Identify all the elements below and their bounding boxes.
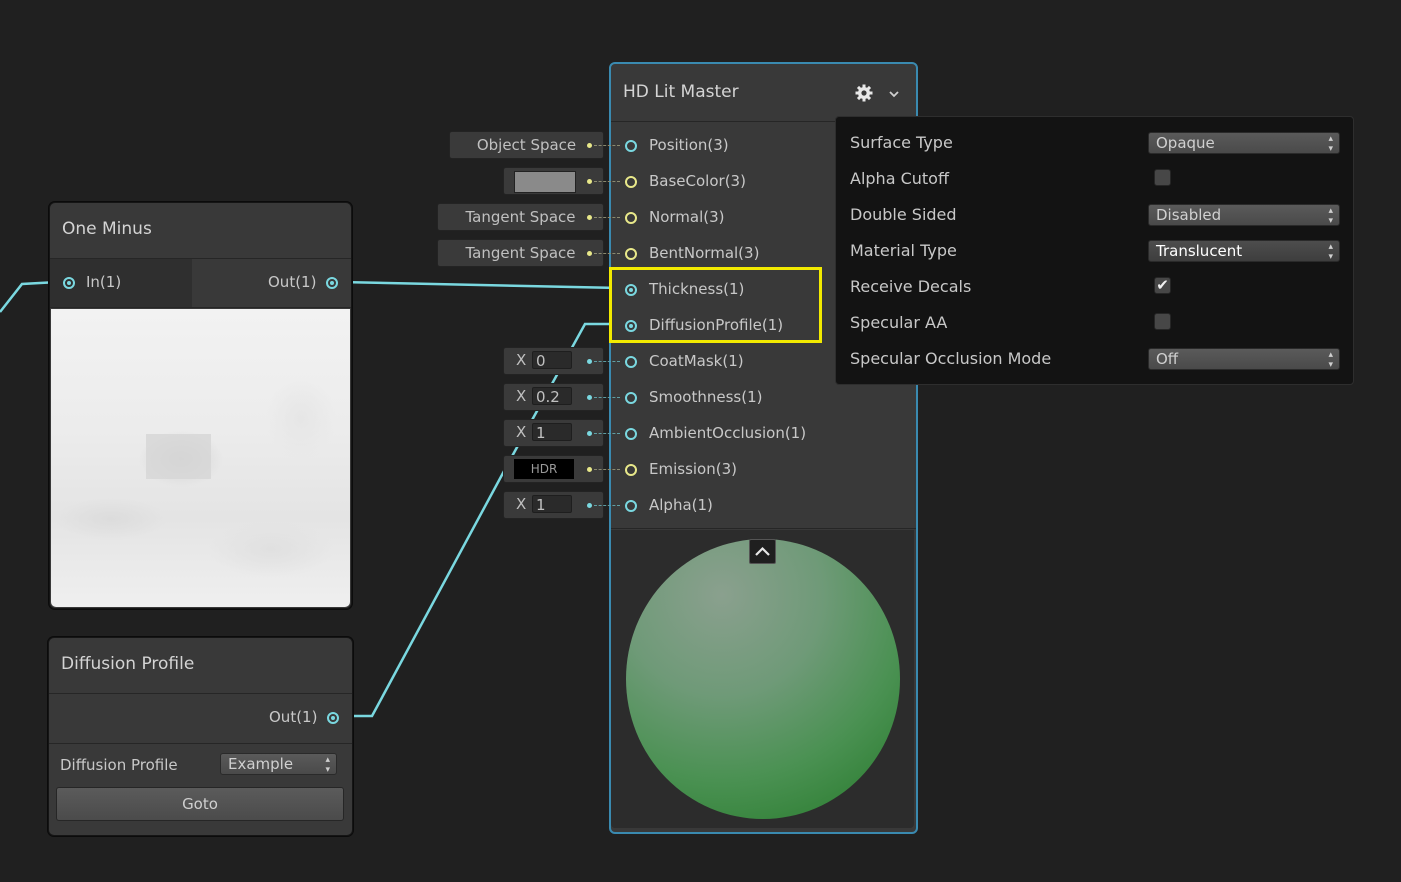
double-sided-label: Double Sided — [850, 205, 957, 224]
input-port[interactable] — [63, 277, 75, 289]
one-minus-node[interactable]: One Minus In(1) Out(1) — [49, 202, 352, 609]
slot-label-basecolor: BaseColor(3) — [649, 172, 746, 190]
bentnormal-input-field[interactable]: Tangent Space — [437, 239, 604, 267]
dropdown-arrows-icon: ▴ ▾ — [325, 755, 330, 775]
slot-label-alpha: Alpha(1) — [649, 496, 713, 514]
position-input-field[interactable]: Object Space — [449, 131, 604, 159]
chevron-down-icon[interactable] — [888, 86, 900, 98]
double-sided-dropdown[interactable]: Disabled ▴ ▾ — [1148, 204, 1340, 226]
specular-aa-label: Specular AA — [850, 313, 948, 332]
surface-type-label: Surface Type — [850, 133, 953, 152]
checkmark-icon: ✔ — [1156, 276, 1169, 294]
diffusion-profile-node[interactable]: Diffusion Profile Out(1) Diffusion Profi… — [48, 637, 353, 836]
slot-label-position: Position(3) — [649, 136, 729, 154]
emission-port[interactable] — [625, 464, 637, 476]
node-title: HD Lit Master — [623, 82, 739, 102]
output-port-label: Out(1) — [269, 708, 318, 726]
output-port-label: Out(1) — [268, 273, 317, 291]
input-port-label: In(1) — [86, 273, 122, 291]
normal-input-field[interactable]: Tangent Space — [437, 203, 604, 231]
material-type-dropdown[interactable]: Translucent ▴ ▾ — [1148, 240, 1340, 262]
node-preview — [51, 309, 350, 607]
slot-label-coatmask: CoatMask(1) — [649, 352, 744, 370]
specular-aa-checkbox[interactable] — [1154, 313, 1171, 330]
surface-type-dropdown[interactable]: Opaque ▴ ▾ — [1148, 132, 1340, 154]
ambientocclusion-value[interactable]: 1 — [532, 423, 572, 442]
preview-sphere — [626, 539, 900, 819]
bentnormal-port[interactable] — [625, 248, 637, 260]
node-title: Diffusion Profile — [61, 654, 195, 674]
alpha-port[interactable] — [625, 500, 637, 512]
ambientocclusion-port[interactable] — [625, 428, 637, 440]
wire-oneminus-to-thickness — [339, 280, 621, 290]
material-type-label: Material Type — [850, 241, 957, 260]
dropdown-arrows-icon: ▴ ▾ — [1328, 242, 1333, 262]
slot-label-normal: Normal(3) — [649, 208, 725, 226]
goto-button[interactable]: Goto — [56, 787, 344, 821]
alpha-value[interactable]: 1 — [532, 495, 572, 514]
diffusion-profile-label: Diffusion Profile — [60, 756, 178, 774]
chevron-up-icon — [755, 546, 770, 556]
receive-decals-checkbox[interactable]: ✔ — [1154, 277, 1171, 294]
receive-decals-label: Receive Decals — [850, 277, 972, 296]
gear-icon[interactable] — [855, 84, 873, 102]
dropdown-arrows-icon: ▴ ▾ — [1328, 134, 1333, 154]
smoothness-port[interactable] — [625, 392, 637, 404]
master-settings-popup: Surface Type Opaque ▴ ▾ Alpha Cutoff Doub… — [835, 116, 1354, 385]
slot-label-ambientocclusion: AmbientOcclusion(1) — [649, 424, 807, 442]
collapse-preview-button[interactable] — [749, 539, 776, 564]
alpha-cutoff-label: Alpha Cutoff — [850, 169, 949, 188]
output-port[interactable] — [327, 712, 339, 724]
output-port[interactable] — [326, 277, 338, 289]
specular-occlusion-mode-label: Specular Occlusion Mode — [850, 349, 1052, 368]
alpha-cutoff-checkbox[interactable] — [1154, 169, 1171, 186]
basecolor-swatch[interactable] — [514, 171, 576, 193]
basecolor-port[interactable] — [625, 176, 637, 188]
coatmask-value[interactable]: 0 — [532, 351, 572, 370]
coatmask-port[interactable] — [625, 356, 637, 368]
slot-label-smoothness: Smoothness(1) — [649, 388, 763, 406]
hdr-color-swatch[interactable]: HDR — [514, 459, 574, 479]
dropdown-arrows-icon: ▴ ▾ — [1328, 206, 1333, 226]
node-title: One Minus — [62, 219, 152, 239]
specular-occlusion-mode-dropdown[interactable]: Off ▴ ▾ — [1148, 348, 1340, 370]
highlight-box — [609, 267, 822, 343]
slot-label-bentnormal: BentNormal(3) — [649, 244, 760, 262]
slot-label-emission: Emission(3) — [649, 460, 737, 478]
smoothness-value[interactable]: 0.2 — [532, 387, 572, 406]
position-port[interactable] — [625, 140, 637, 152]
diffusion-profile-dropdown[interactable]: Example ▴ ▾ — [220, 753, 337, 775]
normal-port[interactable] — [625, 212, 637, 224]
dropdown-arrows-icon: ▴ ▾ — [1328, 350, 1333, 370]
